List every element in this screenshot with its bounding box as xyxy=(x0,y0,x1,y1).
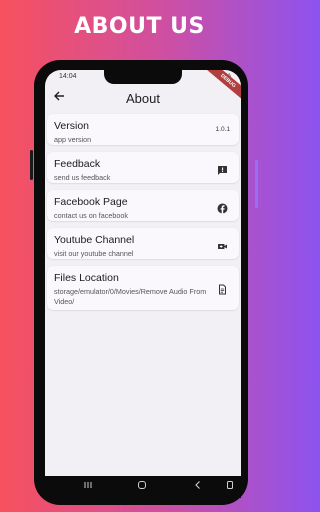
item-title: Version xyxy=(54,120,90,132)
back-nav-icon[interactable] xyxy=(193,480,203,494)
item-subtitle: send us feedback xyxy=(54,173,111,182)
list-item-facebook[interactable]: Facebook Page contact us on facebook xyxy=(47,190,239,221)
camera-notch xyxy=(104,70,182,84)
video-camera-icon xyxy=(217,239,228,250)
item-title: Feedback xyxy=(54,158,101,170)
power-button xyxy=(255,160,258,208)
item-title: Files Location xyxy=(54,272,119,284)
facebook-icon xyxy=(217,201,228,214)
version-value: 1.0.1 xyxy=(215,126,230,133)
item-title: Facebook Page xyxy=(54,196,128,208)
item-subtitle: app version xyxy=(54,135,92,144)
page-title: About xyxy=(126,91,160,106)
home-icon[interactable] xyxy=(137,480,147,494)
item-subtitle: visit our youtube channel xyxy=(54,249,134,258)
item-title: Youtube Channel xyxy=(54,234,135,246)
list-item-youtube[interactable]: Youtube Channel visit our youtube channe… xyxy=(47,228,239,259)
recents-icon[interactable] xyxy=(83,480,93,494)
system-nav-bar xyxy=(45,476,241,498)
volume-button xyxy=(30,150,33,180)
app-screen: 14:04 32% DEBUG About Version app versio… xyxy=(45,70,241,476)
item-subtitle: contact us on facebook xyxy=(54,211,128,220)
list-item-version[interactable]: Version app version 1.0.1 xyxy=(47,114,239,145)
document-icon xyxy=(217,282,228,295)
status-time: 14:04 xyxy=(59,73,77,80)
list-item-files-location[interactable]: Files Location storage/emulator/0/Movies… xyxy=(47,266,239,310)
list-item-feedback[interactable]: Feedback send us feedback xyxy=(47,152,239,183)
promo-title: ABOUT US xyxy=(74,14,205,39)
feedback-icon xyxy=(217,163,228,175)
screen-rotate-icon[interactable] xyxy=(225,480,235,494)
item-subtitle: storage/emulator/0/Movies/Remove Audio F… xyxy=(54,287,207,306)
app-bar: About xyxy=(45,88,241,110)
